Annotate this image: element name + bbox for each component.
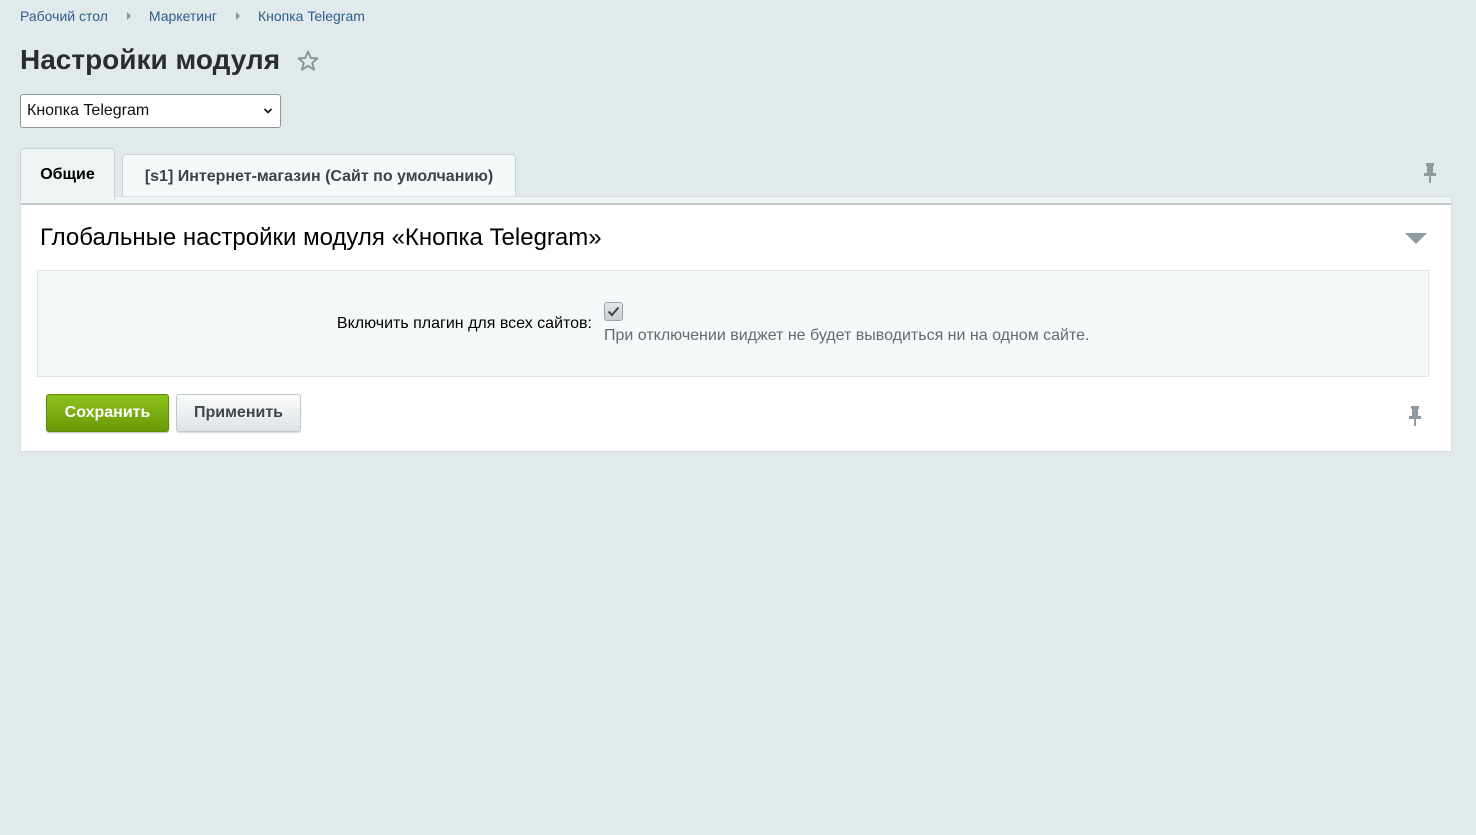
apply-button[interactable]: Применить — [176, 394, 301, 432]
breadcrumb-item-desktop[interactable]: Рабочий стол — [20, 8, 108, 24]
tab-general[interactable]: Общие — [20, 148, 115, 200]
tab-general-label: Общие — [40, 165, 95, 183]
breadcrumb: Рабочий стол Маркетинг Кнопка Telegram — [20, 8, 365, 24]
settings-field-row: Включить плагин для всех сайтов: При отк… — [37, 270, 1429, 377]
module-select-value: Кнопка Telegram — [27, 102, 150, 119]
checkmark-icon — [607, 306, 620, 317]
tab-site-s1-label: [s1] Интернет-магазин (Сайт по умолчанию… — [144, 167, 494, 185]
breadcrumb-item-marketing[interactable]: Маркетинг — [149, 8, 217, 24]
panel-top-strip — [21, 197, 1451, 205]
enable-plugin-checkbox[interactable] — [604, 302, 623, 321]
breadcrumb-separator-icon — [235, 12, 240, 20]
tab-site-s1[interactable]: [s1] Интернет-магазин (Сайт по умолчанию… — [122, 154, 516, 198]
section-title: Глобальные настройки модуля «Кнопка Tele… — [40, 224, 602, 251]
pin-icon[interactable] — [1422, 162, 1438, 184]
save-button[interactable]: Сохранить — [46, 394, 169, 432]
collapse-triangle-icon[interactable] — [1405, 233, 1427, 245]
enable-plugin-label: Включить плагин для всех сайтов: — [336, 315, 592, 332]
enable-plugin-hint: При отключении виджет не будет выводитьс… — [604, 327, 1090, 344]
pin-icon[interactable] — [1407, 405, 1423, 427]
star-icon[interactable] — [296, 49, 320, 73]
module-select[interactable]: Кнопка Telegram — [20, 94, 281, 128]
settings-panel: Глобальные настройки модуля «Кнопка Tele… — [20, 196, 1452, 452]
breadcrumb-item-telegram-button[interactable]: Кнопка Telegram — [258, 8, 365, 24]
breadcrumb-separator-icon — [126, 12, 131, 20]
page-title: Настройки модуля — [20, 44, 281, 75]
chevron-down-icon — [263, 108, 273, 114]
